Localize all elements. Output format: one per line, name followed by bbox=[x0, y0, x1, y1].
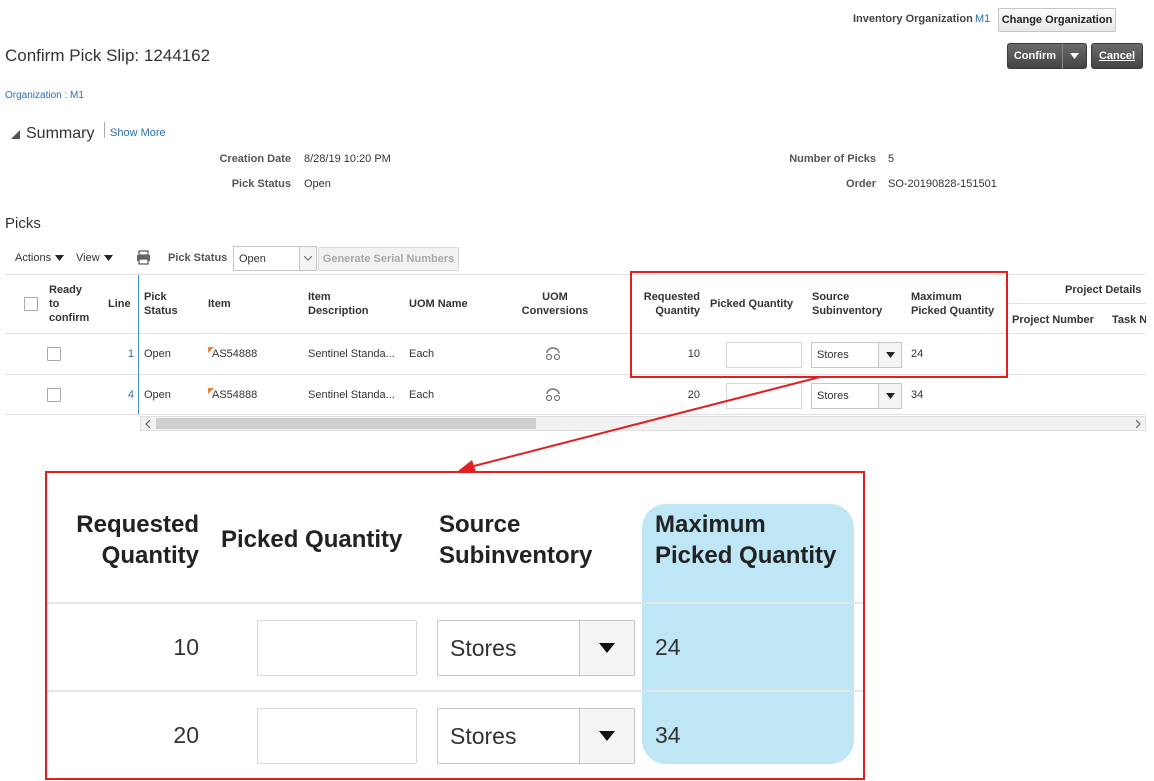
row-pick-status: Open bbox=[144, 389, 171, 401]
cancel-label: Cancel bbox=[1098, 50, 1136, 62]
callout-highlight-box bbox=[630, 271, 1008, 378]
toolbar-pick-status-label: Pick Status bbox=[168, 252, 228, 264]
zoom-picked-quantity-input bbox=[257, 620, 417, 676]
row-description: Sentinel Standa... bbox=[308, 348, 395, 360]
zoom-requested-quantity: 20 bbox=[173, 722, 199, 748]
generate-serial-numbers-button[interactable]: Generate Serial Numbers bbox=[318, 247, 459, 271]
change-organization-label: Change Organization bbox=[1001, 14, 1113, 26]
actions-label: Actions bbox=[15, 252, 52, 264]
col-uom-name[interactable]: UOM Name bbox=[409, 297, 468, 311]
col-ready-to-confirm[interactable]: Ready to confirm bbox=[49, 283, 89, 325]
pick-status-select-value: Open bbox=[239, 252, 266, 265]
confirm-label: Confirm bbox=[1013, 50, 1057, 62]
cancel-button[interactable]: Cancel bbox=[1091, 43, 1143, 69]
chevron-down-icon bbox=[55, 255, 65, 261]
dropdown-arrow[interactable] bbox=[878, 384, 901, 408]
select-all-checkbox[interactable] bbox=[24, 297, 38, 311]
chevron-down-icon bbox=[1069, 53, 1079, 59]
col-item[interactable]: Item bbox=[208, 297, 231, 311]
actions-menu[interactable]: Actions bbox=[15, 252, 65, 264]
zoom-dropdown-arrow bbox=[579, 621, 634, 675]
organization-link[interactable]: Organization : M1 bbox=[5, 90, 84, 101]
zoom-col-maximum-picked-quantity: Maximum Picked Quantity bbox=[655, 511, 837, 569]
col-uom-conversions[interactable]: UOM Conversions bbox=[515, 290, 595, 318]
pick-status-value: Open bbox=[304, 178, 331, 190]
pick-status-select[interactable]: Open bbox=[233, 246, 317, 271]
row-line-link[interactable]: 4 bbox=[108, 389, 134, 401]
row-max-picked-quantity: 34 bbox=[911, 389, 924, 401]
zoom-max-picked-quantity: 34 bbox=[655, 722, 681, 748]
confirm-button-group[interactable]: Confirm bbox=[1007, 43, 1087, 69]
chevron-down-icon bbox=[599, 643, 615, 653]
print-icon[interactable] bbox=[136, 250, 151, 265]
callout-arrow-icon bbox=[458, 376, 821, 472]
view-menu[interactable]: View bbox=[76, 252, 113, 264]
zoom-col-picked-quantity: Picked Quantity bbox=[221, 526, 403, 553]
zoom-subinventory-select: Stores bbox=[437, 620, 635, 676]
picks-title: Picks bbox=[5, 215, 41, 232]
creation-date-value: 8/28/19 10:20 PM bbox=[304, 153, 391, 165]
change-organization-button[interactable]: Change Organization bbox=[998, 8, 1116, 32]
row-item: AS54888 bbox=[212, 348, 258, 360]
number-of-picks-value: 5 bbox=[888, 153, 895, 165]
page-title: Confirm Pick Slip: 1244162 bbox=[5, 46, 211, 65]
row-ready-checkbox[interactable] bbox=[47, 347, 61, 361]
chevron-down-icon bbox=[103, 255, 113, 261]
number-of-picks-label: Number of Picks bbox=[789, 153, 876, 165]
col-line[interactable]: Line bbox=[108, 297, 131, 311]
chevron-down-icon bbox=[599, 731, 615, 741]
select-arrow[interactable] bbox=[299, 247, 316, 270]
zoom-subinventory-value: Stores bbox=[450, 722, 517, 749]
zoom-panel: Requested Quantity Picked Quantity Source… bbox=[45, 471, 865, 780]
col-pick-status[interactable]: Pick Status bbox=[144, 290, 178, 318]
zoom-subinventory-value: Stores bbox=[450, 634, 517, 661]
order-value: SO-20190828-151501 bbox=[888, 178, 997, 190]
creation-date-label: Creation Date bbox=[219, 153, 291, 165]
show-more-link[interactable]: Show More bbox=[110, 127, 166, 139]
confirm-menu-button[interactable] bbox=[1062, 43, 1087, 69]
row-uom: Each bbox=[409, 348, 435, 360]
zoom-picked-quantity-input bbox=[257, 708, 417, 764]
summary-title: Summary bbox=[26, 125, 95, 142]
zoom-header-border bbox=[47, 602, 863, 604]
summary-divider bbox=[104, 122, 105, 138]
row-item: AS54888 bbox=[212, 389, 258, 401]
frozen-column-divider bbox=[138, 275, 139, 414]
zoom-dropdown-arrow bbox=[579, 709, 634, 763]
inventory-org-label: Inventory Organization bbox=[853, 13, 973, 25]
project-group-border bbox=[1008, 303, 1146, 304]
col-project-number[interactable]: Project Number bbox=[1012, 313, 1094, 327]
order-label: Order bbox=[846, 178, 876, 190]
zoom-col-requested-quantity: Requested Quantity bbox=[76, 511, 199, 569]
scroll-left-icon[interactable] bbox=[145, 420, 150, 428]
col-group-project-details: Project Details bbox=[1065, 284, 1142, 296]
pick-status-label: Pick Status bbox=[231, 178, 291, 190]
zoom-row-border bbox=[47, 690, 863, 692]
collapse-triangle-icon[interactable] bbox=[11, 129, 20, 139]
summary-header[interactable]: Summary bbox=[11, 125, 94, 143]
col-item-description[interactable]: Item Description bbox=[308, 290, 369, 318]
row-description: Sentinel Standa... bbox=[308, 389, 395, 401]
row-ready-checkbox[interactable] bbox=[47, 388, 61, 402]
confirm-button[interactable]: Confirm bbox=[1007, 43, 1063, 69]
zoom-requested-quantity: 10 bbox=[173, 634, 199, 660]
inventory-org-value[interactable]: M1 bbox=[975, 13, 990, 25]
chevron-down-icon bbox=[885, 393, 895, 399]
row-line-link[interactable]: 1 bbox=[108, 348, 134, 360]
uom-conversion-icon[interactable] bbox=[545, 347, 561, 361]
scroll-right-icon[interactable] bbox=[1136, 420, 1141, 428]
view-label: View bbox=[76, 252, 100, 264]
generate-serial-label: Generate Serial Numbers bbox=[322, 253, 455, 265]
zoom-subinventory-select: Stores bbox=[437, 708, 635, 764]
row-pick-status: Open bbox=[144, 348, 171, 360]
chevron-down-icon bbox=[304, 256, 312, 261]
zoom-max-picked-quantity: 24 bbox=[655, 634, 681, 660]
row-uom: Each bbox=[409, 389, 435, 401]
zoom-col-source-subinventory: Source Subinventory bbox=[439, 511, 593, 569]
col-task-number[interactable]: Task N bbox=[1112, 313, 1146, 327]
